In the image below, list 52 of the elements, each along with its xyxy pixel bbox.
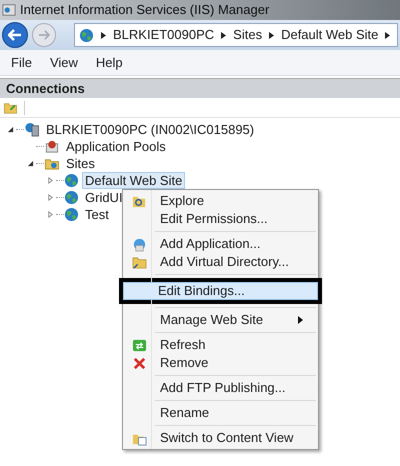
pool-icon bbox=[44, 139, 60, 154]
breadcrumb-item[interactable]: Default Web Site bbox=[281, 25, 378, 45]
globe-icon bbox=[79, 28, 94, 42]
globe-icon bbox=[64, 190, 79, 205]
breadcrumb-item[interactable]: Sites bbox=[233, 25, 262, 45]
menu-item[interactable]: Edit Permissions... bbox=[125, 210, 316, 228]
tree-item[interactable]: GridUI bbox=[82, 189, 126, 206]
app-icon bbox=[2, 3, 16, 17]
breadcrumb-item[interactable]: BLRKIET0090PC bbox=[113, 25, 214, 45]
globe-icon bbox=[64, 207, 79, 222]
menu-item[interactable]: Explore bbox=[125, 192, 316, 210]
expand-arrow-icon[interactable] bbox=[46, 211, 54, 218]
chevron-icon[interactable] bbox=[101, 32, 106, 38]
tree-item[interactable]: BLRKIET0090PC (IN002\IC015895) bbox=[43, 121, 258, 138]
connect-button[interactable] bbox=[3, 100, 18, 114]
chevron-icon[interactable] bbox=[221, 32, 226, 38]
expand-arrow-icon[interactable] bbox=[46, 177, 54, 184]
menu-item[interactable]: Add Virtual Directory... bbox=[125, 253, 316, 271]
menu-item[interactable]: Switch to Content View bbox=[125, 429, 316, 447]
menu-item[interactable]: Remove bbox=[125, 354, 316, 372]
collapse-arrow-icon[interactable] bbox=[6, 126, 14, 133]
refresh-icon bbox=[132, 338, 146, 352]
menu-item[interactable]: Add Application... bbox=[125, 235, 316, 253]
window-title: Internet Information Services (IIS) Manager bbox=[20, 1, 270, 20]
menu-item[interactable]: Manage Web Site bbox=[125, 311, 316, 329]
address-bar[interactable]: BLRKIET0090PC Sites Default Web Site bbox=[74, 23, 398, 47]
tree-item[interactable]: Default Web Site bbox=[82, 172, 186, 189]
menu-item[interactable]: Add FTP Publishing... bbox=[125, 379, 316, 397]
globe-icon bbox=[132, 236, 146, 252]
left-arrow-icon bbox=[8, 29, 22, 41]
folder-icon bbox=[132, 254, 146, 270]
menu-item[interactable]: Refresh bbox=[125, 336, 316, 354]
globe-icon bbox=[64, 173, 79, 188]
panel-title: Connections bbox=[6, 80, 85, 98]
server-icon bbox=[24, 122, 40, 137]
folder-icon bbox=[3, 100, 18, 114]
menu-item[interactable]: Rename bbox=[125, 404, 316, 422]
menu-item[interactable]: View bbox=[50, 52, 78, 72]
tree-item[interactable]: Sites bbox=[63, 155, 98, 172]
back-button[interactable] bbox=[2, 22, 28, 48]
chevron-icon[interactable] bbox=[269, 32, 274, 38]
tree-item[interactable]: Test bbox=[82, 206, 112, 223]
submenu-arrow-icon bbox=[298, 316, 303, 324]
collapse-arrow-icon[interactable] bbox=[26, 160, 34, 167]
expand-arrow-icon[interactable] bbox=[46, 194, 54, 201]
menu-item[interactable]: Edit Bindings... bbox=[123, 282, 318, 300]
remove-icon bbox=[132, 356, 146, 370]
menu-item[interactable]: File bbox=[11, 52, 32, 72]
tree-item[interactable]: Application Pools bbox=[63, 138, 169, 155]
chevron-icon[interactable] bbox=[385, 32, 390, 38]
right-arrow-icon bbox=[38, 30, 50, 40]
menu-item[interactable]: Help bbox=[96, 52, 123, 72]
